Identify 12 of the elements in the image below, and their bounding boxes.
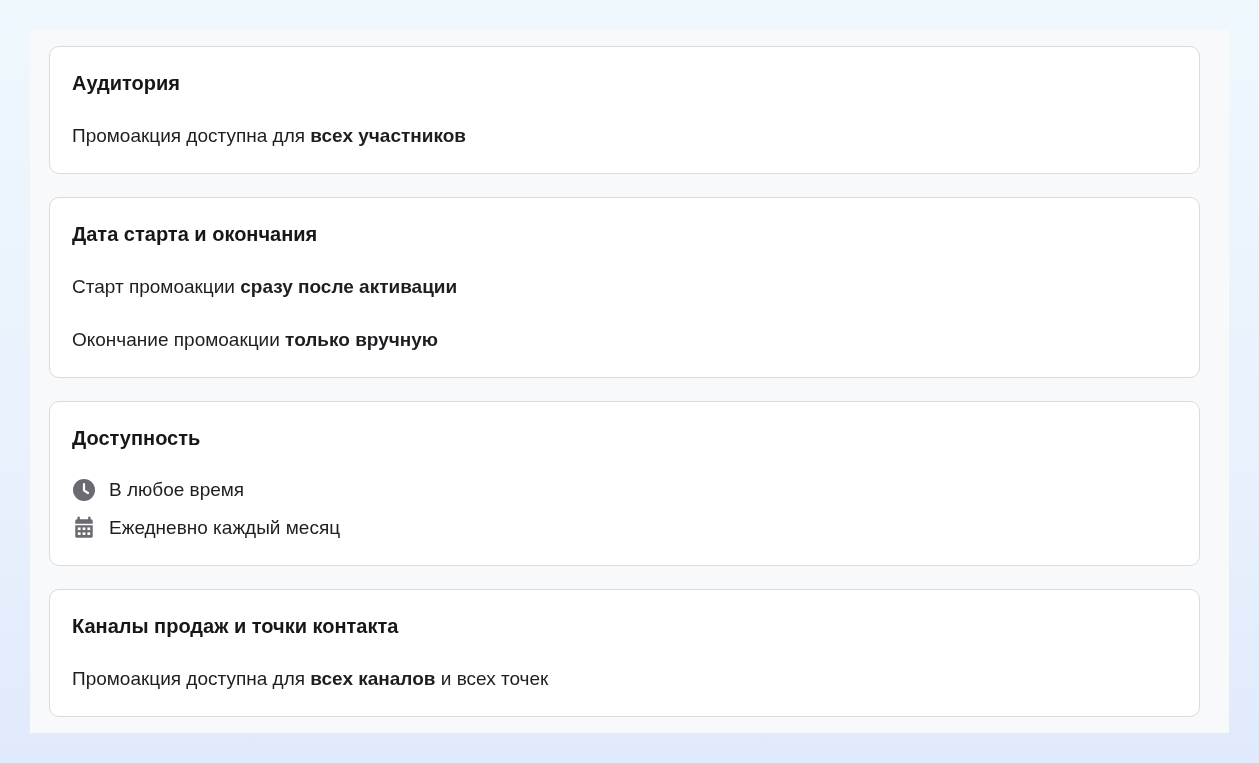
section-text: Окончание промоакции только вручную <box>72 328 439 352</box>
section-title: Дата старта и окончания <box>72 222 318 246</box>
section-text: Старт промоакции сразу после активации <box>72 275 458 299</box>
section-title: Каналы продаж и точки контакта <box>72 614 399 638</box>
schedule-text: Ежедневно каждый месяц <box>109 516 341 540</box>
calendar-icon <box>72 516 96 540</box>
section-title: Аудитория <box>72 71 180 95</box>
section-title: Доступность <box>72 426 201 450</box>
clock-icon <box>72 478 96 502</box>
section-text: Промоакция доступна для всех каналов и всех точек <box>72 667 549 691</box>
section-text: Промоакция доступна для всех участников <box>72 124 466 148</box>
schedule-text: В любое время <box>109 478 245 502</box>
